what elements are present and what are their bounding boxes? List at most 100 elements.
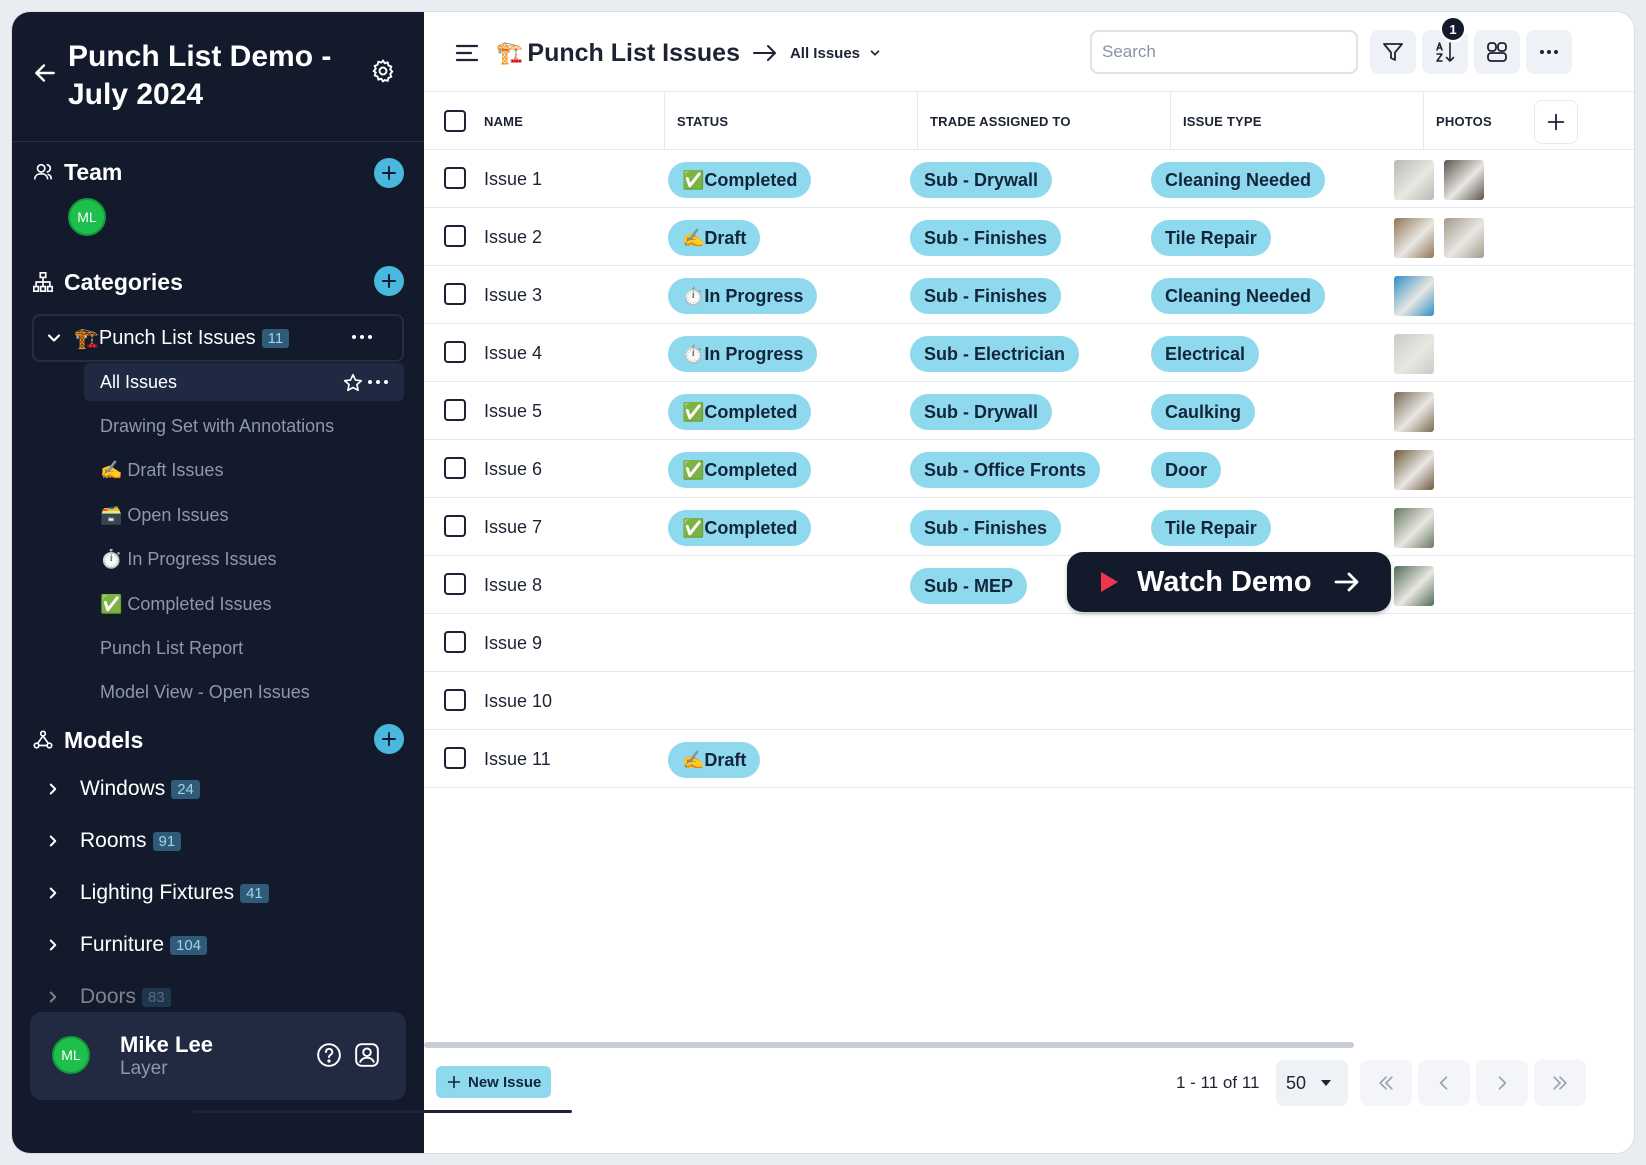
status-pill[interactable]: ✅Completed xyxy=(668,510,812,546)
issue-name[interactable]: Issue 8 xyxy=(484,556,542,614)
add-category-button[interactable] xyxy=(374,266,404,296)
previous-page-button[interactable] xyxy=(1418,1060,1470,1106)
status-pill[interactable]: ⏱️In Progress xyxy=(668,336,818,372)
row-checkbox[interactable] xyxy=(444,689,466,711)
view-item-in-progress-issues[interactable]: ⏱️ In Progress Issues xyxy=(84,540,404,578)
row-checkbox[interactable] xyxy=(444,399,466,421)
issue-type-pill[interactable]: Electrical xyxy=(1151,336,1260,372)
add-model-button[interactable] xyxy=(374,724,404,754)
table-row[interactable]: Issue 7 ✅Completed Sub - Finishes Tile Repa… xyxy=(424,498,1634,556)
group-button[interactable] xyxy=(1474,30,1520,74)
row-checkbox[interactable] xyxy=(444,457,466,479)
view-item-draft-issues[interactable]: ✍️ Draft Issues xyxy=(84,451,404,489)
trade-pill[interactable]: Sub - Finishes xyxy=(910,278,1062,314)
issue-name[interactable]: Issue 3 xyxy=(484,266,542,324)
page-title[interactable]: Punch List Issues xyxy=(527,39,740,68)
star-icon[interactable] xyxy=(342,372,364,394)
first-page-button[interactable] xyxy=(1360,1060,1412,1106)
photo-thumbnail[interactable] xyxy=(1444,218,1484,258)
last-page-button[interactable] xyxy=(1534,1060,1586,1106)
issue-name[interactable]: Issue 4 xyxy=(484,324,542,382)
add-team-button[interactable] xyxy=(374,158,404,188)
issue-name[interactable]: Issue 5 xyxy=(484,382,542,440)
new-issue-button[interactable]: New Issue xyxy=(436,1066,552,1098)
view-item-open-issues[interactable]: 🗃️ Open Issues xyxy=(84,496,404,534)
more-dots-icon[interactable] xyxy=(350,332,374,342)
issue-type-pill[interactable]: Cleaning Needed xyxy=(1151,278,1326,314)
status-pill[interactable]: ✅Completed xyxy=(668,394,812,430)
status-pill[interactable]: ✅Completed xyxy=(668,162,812,198)
trade-pill[interactable]: Sub - Office Fronts xyxy=(910,452,1100,488)
photo-thumbnail[interactable] xyxy=(1444,160,1484,200)
model-item-rooms[interactable]: Rooms 91 xyxy=(44,824,182,858)
issue-name[interactable]: Issue 2 xyxy=(484,208,542,266)
issue-type-pill[interactable]: Tile Repair xyxy=(1151,510,1271,546)
model-item-windows[interactable]: Windows 24 xyxy=(44,772,200,806)
table-row[interactable]: Issue 2 ✍️Draft Sub - Finishes Tile Repair xyxy=(424,208,1634,266)
trade-pill[interactable]: Sub - Drywall xyxy=(910,162,1053,198)
help-icon[interactable] xyxy=(316,1042,342,1068)
issue-type-pill[interactable]: Caulking xyxy=(1151,394,1256,430)
row-checkbox[interactable] xyxy=(444,167,466,189)
view-selector[interactable]: All Issues xyxy=(790,45,860,62)
view-item-drawing-set[interactable]: Drawing Set with Annotations xyxy=(84,407,404,445)
gear-icon[interactable] xyxy=(370,58,396,84)
row-checkbox[interactable] xyxy=(444,747,466,769)
table-row[interactable]: Issue 1 ✅Completed Sub - Drywall Cleaning N… xyxy=(424,150,1634,208)
add-column-button[interactable] xyxy=(1534,100,1578,144)
table-row[interactable]: Issue 4 ⏱️In Progress Sub - Electrician Ele… xyxy=(424,324,1634,382)
view-item-all-issues[interactable]: All Issues xyxy=(84,363,404,401)
page-size-select[interactable]: 50 xyxy=(1276,1060,1348,1106)
view-item-punch-list-report[interactable]: Punch List Report xyxy=(84,629,404,667)
trade-pill[interactable]: Sub - MEP xyxy=(910,568,1027,604)
select-all-checkbox[interactable] xyxy=(444,110,466,132)
chevron-right-icon[interactable] xyxy=(44,936,62,954)
chevron-right-icon[interactable] xyxy=(44,988,62,1006)
photo-thumbnail[interactable] xyxy=(1394,392,1434,432)
photo-thumbnail[interactable] xyxy=(1394,450,1434,490)
table-row[interactable]: Issue 5 ✅Completed Sub - Drywall Caulking xyxy=(424,382,1634,440)
menu-icon[interactable] xyxy=(454,42,480,64)
issue-name[interactable]: Issue 10 xyxy=(484,672,552,730)
chevron-down-icon[interactable] xyxy=(44,328,64,348)
more-options-button[interactable] xyxy=(1526,30,1572,74)
model-item-doors[interactable]: Doors 83 xyxy=(44,980,171,1014)
account-icon[interactable] xyxy=(354,1042,380,1068)
model-item-lighting-fixtures[interactable]: Lighting Fixtures 41 xyxy=(44,876,269,910)
table-row[interactable]: Issue 3 ⏱️In Progress Sub - Finishes Cleani… xyxy=(424,266,1634,324)
row-checkbox[interactable] xyxy=(444,341,466,363)
view-item-model-view[interactable]: Model View - Open Issues xyxy=(84,673,404,711)
model-item-furniture[interactable]: Furniture 104 xyxy=(44,928,208,962)
photo-thumbnail[interactable] xyxy=(1394,566,1434,606)
chevron-right-icon[interactable] xyxy=(44,780,62,798)
trade-pill[interactable]: Sub - Finishes xyxy=(910,220,1062,256)
row-checkbox[interactable] xyxy=(444,225,466,247)
table-row[interactable]: Issue 10 xyxy=(424,672,1634,730)
row-checkbox[interactable] xyxy=(444,573,466,595)
chevron-right-icon[interactable] xyxy=(44,884,62,902)
row-checkbox[interactable] xyxy=(444,515,466,537)
photo-thumbnail[interactable] xyxy=(1394,508,1434,548)
photo-thumbnail[interactable] xyxy=(1394,160,1434,200)
filter-button[interactable] xyxy=(1370,30,1416,74)
table-row[interactable]: Issue 9 xyxy=(424,614,1634,672)
more-dots-icon[interactable] xyxy=(366,377,390,387)
user-avatar[interactable]: ML xyxy=(52,1036,90,1074)
issue-name[interactable]: Issue 11 xyxy=(484,730,551,788)
issue-type-pill[interactable]: Tile Repair xyxy=(1151,220,1271,256)
issue-name[interactable]: Issue 9 xyxy=(484,614,542,672)
view-item-completed-issues[interactable]: ✅ Completed Issues xyxy=(84,585,404,623)
issue-type-pill[interactable]: Cleaning Needed xyxy=(1151,162,1326,198)
trade-pill[interactable]: Sub - Finishes xyxy=(910,510,1062,546)
column-header-status[interactable]: STATUS xyxy=(677,92,728,150)
status-pill[interactable]: ✍️Draft xyxy=(668,220,761,256)
search-input[interactable] xyxy=(1090,30,1358,74)
table-row[interactable]: Issue 11 ✍️Draft xyxy=(424,730,1634,788)
column-header-photos[interactable]: PHOTOS xyxy=(1436,92,1492,150)
team-member-avatar[interactable]: ML xyxy=(68,198,106,236)
table-row[interactable]: Issue 8Sub - MEPPlumbing xyxy=(424,556,1634,614)
issue-name[interactable]: Issue 6 xyxy=(484,440,542,498)
row-checkbox[interactable] xyxy=(444,631,466,653)
issue-name[interactable]: Issue 1 xyxy=(484,150,542,208)
watch-demo-button[interactable]: Watch Demo xyxy=(1067,552,1391,612)
